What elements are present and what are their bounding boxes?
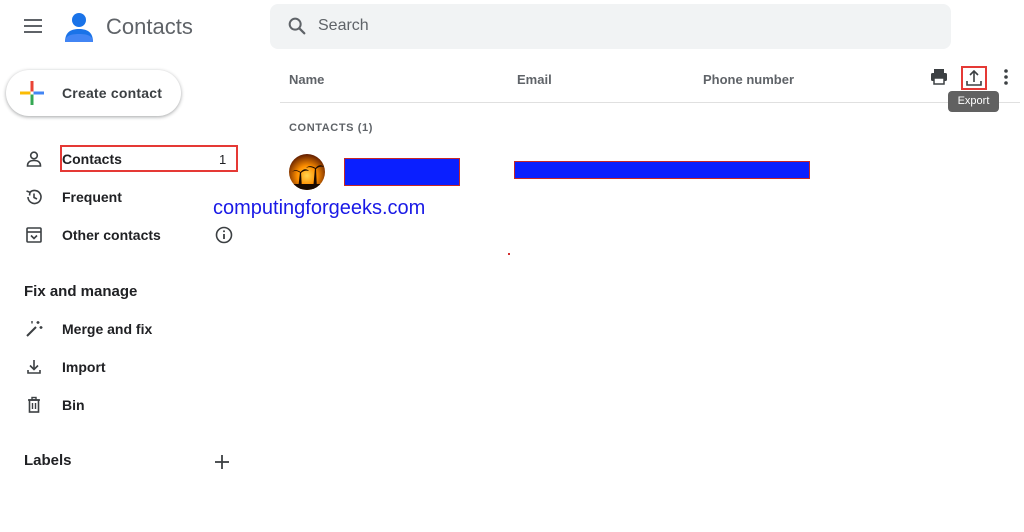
sidebar-item-label: Other contacts — [62, 227, 161, 243]
sidebar-item-label: Import — [62, 359, 106, 375]
sidebar-item-import[interactable]: Import — [0, 351, 250, 383]
add-label-plus-icon[interactable] — [212, 452, 232, 472]
sidebar-item-merge-fix[interactable]: Merge and fix — [0, 313, 250, 345]
search-icon[interactable] — [286, 15, 308, 37]
info-icon[interactable] — [214, 225, 234, 245]
print-icon[interactable] — [928, 66, 950, 88]
export-tooltip: Export — [948, 91, 999, 112]
sidebar-item-bin[interactable]: Bin — [0, 389, 250, 421]
watermark-text: computingforgeeks.com — [213, 197, 426, 219]
person-icon — [26, 151, 42, 167]
contact-email-redacted — [514, 161, 810, 179]
menu-icon[interactable] — [22, 16, 46, 36]
labels-heading: Labels — [24, 452, 72, 469]
contacts-group-label: CONTACTS (1) — [289, 122, 373, 134]
sidebar-item-other-contacts[interactable]: Other contacts — [0, 219, 250, 251]
column-header-email: Email — [517, 72, 552, 87]
trash-icon — [28, 396, 40, 413]
history-icon — [26, 189, 42, 205]
download-icon — [27, 360, 41, 374]
header-divider — [280, 102, 1020, 103]
column-header-name: Name — [289, 72, 325, 87]
highlight-box — [60, 145, 238, 172]
contact-avatar — [289, 154, 325, 190]
magic-wand-icon — [26, 321, 43, 337]
sidebar-item-label: Frequent — [62, 189, 122, 205]
create-contact-button[interactable]: Create contact — [6, 70, 181, 116]
contacts-logo-icon — [65, 13, 93, 42]
colorful-plus-icon — [20, 81, 44, 105]
contact-name-redacted — [344, 158, 460, 186]
stray-dot — [508, 253, 510, 255]
search-input[interactable] — [318, 11, 918, 41]
more-vert-icon[interactable] — [995, 66, 1017, 88]
column-header-phone: Phone number — [703, 72, 795, 87]
fix-manage-heading: Fix and manage — [24, 283, 138, 300]
sidebar-item-label: Bin — [62, 397, 85, 413]
export-highlight-box — [961, 66, 987, 90]
create-contact-label: Create contact — [62, 85, 163, 101]
sidebar-item-label: Merge and fix — [62, 321, 153, 337]
archive-icon — [26, 227, 42, 243]
app-title: Contacts — [106, 14, 193, 39]
